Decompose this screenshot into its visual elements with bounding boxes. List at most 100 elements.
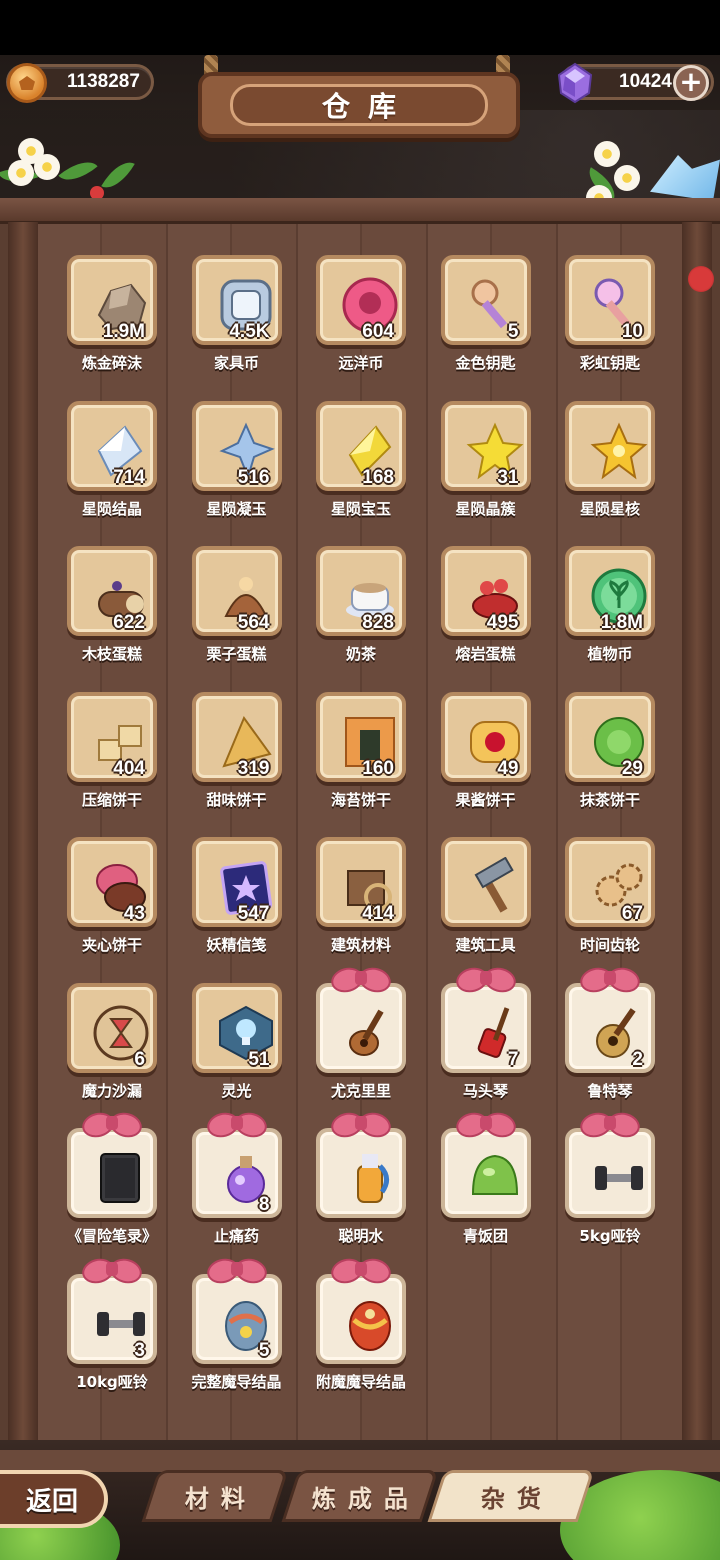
inventory-item[interactable]: 1.8M 植物币 (560, 541, 660, 681)
item-count: 51 (248, 1048, 270, 1070)
item-tile[interactable]: 1.8M (565, 546, 655, 636)
item-tile[interactable]: 31 (440, 400, 531, 491)
inventory-item[interactable]: 29 抹茶饼干 (560, 687, 660, 827)
item-tile[interactable] (67, 1128, 157, 1218)
item-tile[interactable]: 547 (191, 837, 282, 927)
inventory-item[interactable]: 564 栗子蛋糕 (187, 541, 287, 681)
item-tile[interactable]: 168 (316, 400, 406, 491)
inventory-item[interactable]: 8 止痛药 (187, 1116, 287, 1263)
warehouse-screen: 1138287 仓库 10424 + 1.9M 炼金碎沫 4.5K 家具币 60… (0, 0, 720, 1560)
board-post-left (8, 222, 38, 1472)
tab-materials[interactable]: 材料 (141, 1470, 289, 1522)
inventory-item[interactable]: 星陨星核 (560, 396, 660, 536)
inventory-item[interactable]: 10 彩虹钥匙 (560, 250, 660, 390)
add-gems-button[interactable]: + (673, 65, 709, 101)
item-tile[interactable]: 495 (440, 546, 531, 636)
inventory-item[interactable]: 160 海苔饼干 (311, 687, 411, 827)
inventory-item[interactable]: 青饭团 (436, 1116, 536, 1263)
item-tile[interactable]: 2 (565, 982, 655, 1073)
gold-amount: 1138287 (67, 71, 140, 92)
gold-home-icon (7, 63, 47, 103)
inventory-item[interactable]: 6 魔力沙漏 (62, 978, 162, 1118)
tab-misc[interactable]: 杂货 (427, 1470, 595, 1522)
item-tile[interactable]: 622 (67, 546, 157, 636)
inventory-item[interactable]: 4.5K 家具币 (187, 250, 287, 390)
item-tile[interactable]: 404 (67, 691, 157, 782)
item-tile[interactable]: 828 (316, 546, 406, 636)
item-label: 青饭团 (462, 1227, 508, 1245)
item-tile[interactable]: 5 (440, 255, 531, 345)
inventory-item[interactable]: 尤克里里 (311, 970, 411, 1118)
inventory-item[interactable]: 404 压缩饼干 (62, 687, 162, 827)
item-tile[interactable]: 51 (191, 982, 282, 1073)
item-tile[interactable]: 43 (67, 837, 157, 927)
item-label: 木枝蛋糕 (81, 645, 142, 663)
item-tile[interactable]: 5 (191, 1273, 282, 1364)
inventory-item[interactable]: 604 远洋币 (311, 250, 411, 390)
item-tile[interactable]: 414 (316, 837, 406, 927)
inventory-item[interactable]: 67 时间齿轮 (560, 832, 660, 972)
inventory-item[interactable]: 49 果酱饼干 (436, 687, 536, 827)
inventory-item[interactable]: 附魔魔导结晶 (311, 1261, 411, 1409)
item-count: 2 (632, 1048, 643, 1070)
item-tile[interactable]: 1.9M (67, 255, 157, 345)
item-label: 建筑工具 (455, 936, 516, 954)
item-label: 完整魔导结晶 (191, 1372, 282, 1391)
item-count: 10 (621, 321, 643, 342)
inventory-item[interactable]: 319 甜味饼干 (187, 687, 287, 827)
item-tile[interactable] (440, 1128, 531, 1218)
inventory-item[interactable]: 5 完整魔导结晶 (187, 1261, 287, 1409)
item-tile[interactable]: 160 (316, 691, 406, 782)
inventory-item[interactable]: 414 建筑材料 (311, 832, 411, 972)
inventory-item[interactable]: 3 10kg哑铃 (62, 1261, 162, 1409)
inventory-item[interactable]: 516 星陨凝玉 (187, 396, 287, 536)
item-tile[interactable] (565, 400, 655, 491)
item-tile[interactable]: 6 (67, 982, 157, 1073)
item-tile[interactable] (316, 1128, 406, 1218)
item-label: 金色钥匙 (455, 354, 516, 372)
item-tile[interactable] (316, 1273, 406, 1364)
gold-counter: 1138287 (6, 63, 154, 103)
inventory-item[interactable]: 建筑工具 (436, 832, 536, 972)
inventory-item[interactable]: 7 马头琴 (436, 970, 536, 1118)
item-tile[interactable]: 67 (565, 837, 655, 927)
item-count: 6 (134, 1048, 145, 1070)
inventory-item[interactable]: 1.9M 炼金碎沫 (62, 250, 162, 390)
item-label: 星陨凝玉 (206, 499, 267, 518)
item-tile[interactable] (440, 837, 531, 927)
item-tile[interactable]: 714 (67, 400, 157, 491)
item-tile[interactable]: 8 (191, 1128, 282, 1218)
item-tile[interactable]: 604 (316, 255, 406, 345)
item-tile[interactable]: 4.5K (191, 255, 282, 345)
inventory-item[interactable]: 5kg哑铃 (560, 1116, 660, 1263)
inventory-item[interactable]: 495 熔岩蛋糕 (436, 541, 536, 681)
item-tile[interactable]: 319 (191, 691, 282, 782)
item-tile[interactable]: 49 (440, 691, 531, 782)
inventory-item[interactable]: 622 木枝蛋糕 (62, 541, 162, 681)
item-tile[interactable]: 7 (440, 982, 531, 1073)
inventory-item[interactable]: 828 奶茶 (311, 541, 411, 681)
inventory-item[interactable]: 547 妖精信笺 (187, 832, 287, 972)
item-tile[interactable]: 29 (565, 691, 655, 782)
back-button[interactable]: 返回 (0, 1470, 108, 1528)
item-count: 8 (258, 1194, 270, 1215)
inventory-item[interactable]: 714 星陨结晶 (62, 396, 162, 536)
item-tile[interactable]: 516 (191, 400, 282, 491)
inventory-item[interactable]: 聪明水 (311, 1116, 411, 1263)
inventory-item[interactable]: 31 星陨晶簇 (436, 396, 536, 536)
inventory-item[interactable]: 5 金色钥匙 (436, 250, 536, 390)
item-tile[interactable]: 3 (67, 1273, 157, 1364)
inventory-item[interactable]: 168 星陨宝玉 (311, 396, 411, 536)
item-tile[interactable]: 564 (191, 546, 282, 636)
item-tile[interactable] (316, 982, 406, 1073)
inventory-item[interactable]: 43 夹心饼干 (62, 832, 162, 972)
gift-ribbon-icon (82, 1113, 142, 1135)
item-tile[interactable] (565, 1128, 655, 1218)
inventory-item[interactable]: 《冒险笔录》 (62, 1116, 162, 1263)
item-count: 319 (237, 757, 270, 779)
item-label: 马头琴 (462, 1081, 508, 1100)
tab-refined[interactable]: 炼成品 (281, 1470, 439, 1522)
inventory-item[interactable]: 2 鲁特琴 (560, 970, 660, 1118)
inventory-item[interactable]: 51 灵光 (187, 978, 287, 1118)
item-tile[interactable]: 10 (565, 255, 655, 345)
